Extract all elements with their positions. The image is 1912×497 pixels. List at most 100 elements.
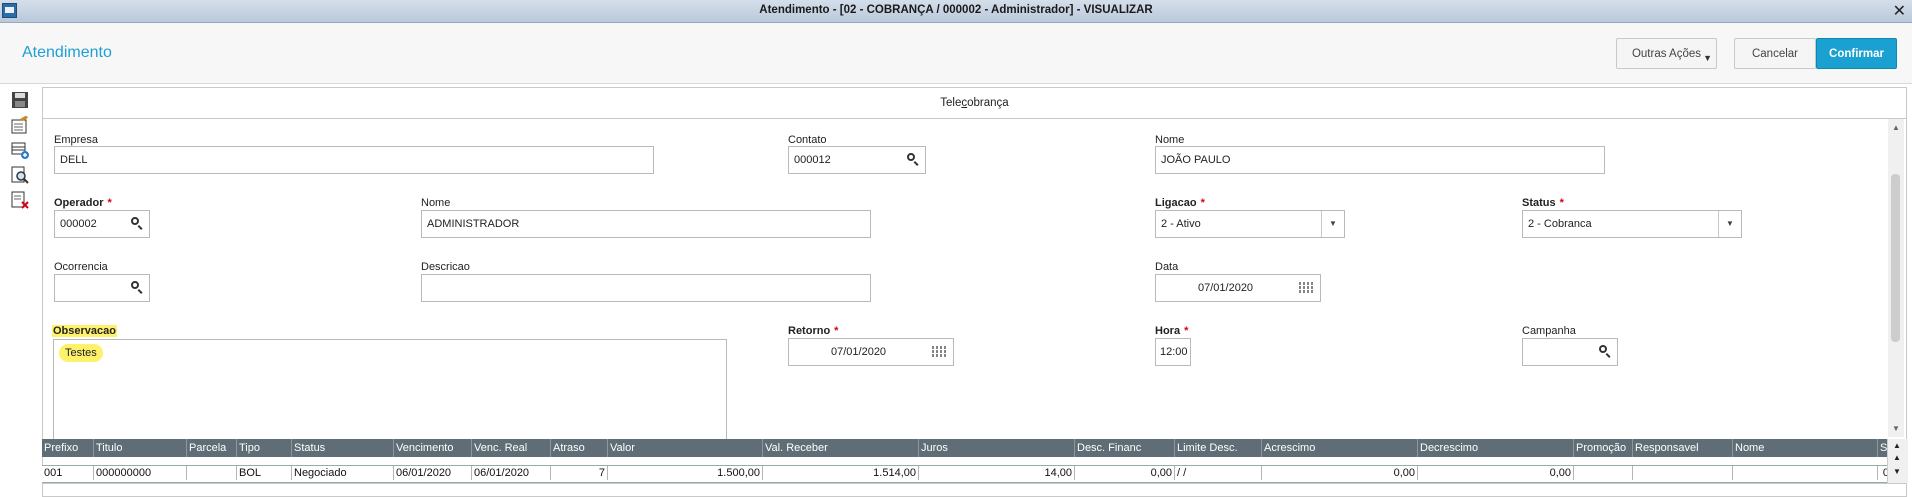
column-header[interactable]: Vencimento (394, 439, 472, 457)
delete-document-icon[interactable] (10, 190, 30, 210)
empresa-label: Empresa (54, 134, 99, 146)
chevron-down-icon[interactable]: ▼ (1321, 211, 1344, 237)
add-table-icon[interactable] (10, 140, 30, 160)
campanha-field[interactable] (1522, 338, 1618, 366)
table-cell: 0,00 (1418, 466, 1574, 480)
column-header[interactable]: Responsavel (1633, 439, 1733, 457)
cancel-button[interactable]: Cancelar (1734, 38, 1816, 69)
hora-field[interactable]: 12:00 (1155, 338, 1191, 366)
window-title: Atendimento - [02 - COBRANÇA / 000002 - … (759, 4, 1153, 16)
ocorrencia-field[interactable] (54, 274, 150, 302)
table-cell: / / (1175, 466, 1262, 480)
operador-label: Operador * (54, 197, 112, 209)
table-cell: 0,00 (1075, 466, 1175, 480)
confirm-button[interactable]: Confirmar (1816, 38, 1897, 69)
page-title: Atendimento (22, 44, 112, 61)
table-cell: 0,00 (1262, 466, 1418, 480)
column-header[interactable]: Limite Desc. (1175, 439, 1262, 457)
observacao-text: Testes (59, 344, 103, 362)
titles-grid: Prefixo Titulo Parcela Tipo Status Vencimento… (42, 439, 1892, 483)
search-icon[interactable] (1599, 345, 1611, 358)
table-cell: BOL (237, 466, 292, 480)
scroll-top-icon[interactable]: ▲ (1893, 441, 1901, 450)
column-header[interactable]: Nome (1733, 439, 1878, 457)
table-cell: 06/01/2020 (394, 466, 472, 480)
ligacao-select[interactable]: 2 - Ativo ▼ (1155, 210, 1345, 238)
status-select[interactable]: 2 - Cobranca ▼ (1522, 210, 1742, 238)
chevron-down-icon[interactable]: ▼ (1718, 211, 1741, 237)
hora-label: Hora * (1155, 325, 1189, 337)
scroll-down-icon[interactable]: ▼ (1892, 424, 1900, 433)
contato-label: Contato (788, 134, 827, 146)
table-cell (187, 466, 237, 480)
window-titlebar: Atendimento - [02 - COBRANÇA / 000002 - … (0, 0, 1912, 23)
table-cell: 7 (551, 466, 608, 480)
table-cell: 1.500,00 (608, 466, 763, 480)
nome-operador-field[interactable]: ADMINISTRADOR (421, 210, 871, 238)
column-header[interactable]: Decrescimo (1418, 439, 1574, 457)
search-icon[interactable] (131, 217, 143, 230)
status-label: Status * (1522, 197, 1564, 209)
data-field[interactable]: 07/01/2020 (1155, 274, 1321, 302)
descricao-field[interactable] (421, 274, 871, 302)
column-header[interactable]: Parcela (187, 439, 237, 457)
column-header[interactable]: Atraso (551, 439, 608, 457)
search-icon[interactable] (907, 153, 919, 166)
grid-scrollbar[interactable]: ▲ ▲ ▼ (1887, 439, 1908, 483)
calendar-icon[interactable] (932, 345, 946, 358)
page-header: Atendimento Outras Ações ▼ Cancelar Conf… (0, 23, 1912, 84)
column-header[interactable]: Valor (608, 439, 763, 457)
outras-acoes-button[interactable]: Outras Ações ▼ (1616, 38, 1717, 69)
observacao-textarea[interactable]: Testes (53, 339, 727, 439)
close-icon[interactable]: ✕ (1893, 1, 1906, 20)
table-cell: 14,00 (919, 466, 1075, 480)
search-document-icon[interactable] (10, 165, 30, 185)
nome-operador-label: Nome (421, 197, 451, 209)
column-header[interactable]: Acrescimo (1262, 439, 1418, 457)
scroll-up-icon[interactable]: ▲ (1892, 123, 1900, 132)
save-icon[interactable] (10, 90, 30, 110)
ocorrencia-label: Ocorrencia (54, 261, 108, 273)
grid-header: Prefixo Titulo Parcela Tipo Status Vencimento… (42, 439, 1892, 457)
contato-field[interactable]: 000012 (788, 146, 926, 174)
table-cell (1733, 466, 1878, 480)
column-header[interactable]: Status (292, 439, 394, 457)
column-header[interactable]: Prefixo (42, 439, 94, 457)
column-header[interactable]: Venc. Real (472, 439, 551, 457)
edit-icon[interactable] (10, 116, 30, 136)
table-cell (1633, 466, 1733, 480)
search-icon[interactable] (131, 281, 143, 294)
chevron-down-icon: ▼ (1703, 53, 1712, 63)
table-cell: 06/01/2020 (472, 466, 551, 480)
column-header[interactable]: Promoção (1574, 439, 1633, 457)
table-row[interactable]: 001 000000000 BOL Negociado 06/01/2020 06/01/… (42, 465, 1892, 483)
observacao-label: Observacao (52, 325, 117, 337)
ligacao-label: Ligacao * (1155, 197, 1205, 209)
retorno-field[interactable]: 07/01/2020 (788, 338, 954, 366)
column-header[interactable]: Tipo (237, 439, 292, 457)
column-header[interactable]: Val. Receber (763, 439, 919, 457)
descricao-label: Descricao (421, 261, 470, 273)
table-cell: 001 (42, 466, 94, 480)
scroll-down-icon[interactable]: ▼ (1893, 467, 1901, 476)
column-header[interactable]: Titulo (94, 439, 187, 457)
retorno-label: Retorno * (788, 325, 839, 337)
table-cell: Negociado (292, 466, 394, 480)
table-cell (1574, 466, 1633, 480)
column-header[interactable]: Desc. Financ (1075, 439, 1175, 457)
table-cell: 1.514,00 (763, 466, 919, 480)
empresa-field[interactable]: DELL (54, 146, 654, 174)
scroll-up-icon[interactable]: ▲ (1893, 453, 1901, 462)
section-tab-telecobranca[interactable]: Telecobrança (43, 88, 1906, 119)
form-scrollbar[interactable]: ▲ ▼ (1888, 119, 1904, 437)
data-label: Data (1155, 261, 1179, 273)
scroll-thumb[interactable] (1891, 174, 1900, 342)
calendar-icon[interactable] (1299, 281, 1313, 294)
outras-acoes-label: Outras Ações (1631, 47, 1702, 60)
column-header[interactable]: Juros (919, 439, 1075, 457)
nome-contato-label: Nome (1155, 134, 1185, 146)
table-cell: 000000000 (94, 466, 187, 480)
divider (42, 483, 1907, 484)
operador-field[interactable]: 000002 (54, 210, 150, 238)
nome-contato-field[interactable]: JOÃO PAULO (1155, 146, 1605, 174)
